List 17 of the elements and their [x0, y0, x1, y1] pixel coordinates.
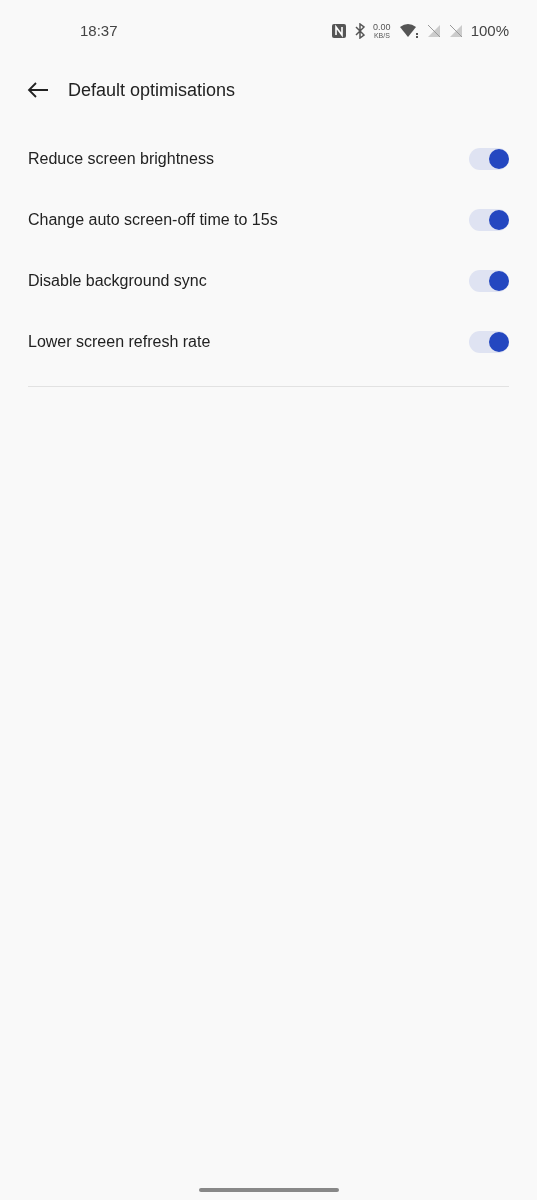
nfc-icon — [331, 23, 348, 39]
option-label: Reduce screen brightness — [28, 148, 214, 169]
toggle-switch[interactable] — [469, 269, 509, 292]
option-label: Lower screen refresh rate — [28, 331, 211, 352]
option-label: Disable background sync — [28, 270, 207, 291]
bluetooth-icon — [355, 23, 366, 39]
toggle-switch[interactable] — [469, 147, 509, 170]
option-label: Change auto screen-off time to 15s — [28, 209, 278, 230]
battery-level: 100% — [470, 20, 509, 41]
toggle-switch[interactable] — [469, 208, 509, 231]
no-signal-icon — [448, 24, 463, 38]
status-time: 18:37 — [80, 20, 118, 41]
no-signal-icon — [426, 24, 441, 38]
toggle-switch[interactable] — [469, 330, 509, 353]
speed-value: 0.00 — [373, 23, 391, 32]
page-title: Default optimisations — [68, 78, 236, 102]
wifi-icon — [398, 23, 419, 39]
